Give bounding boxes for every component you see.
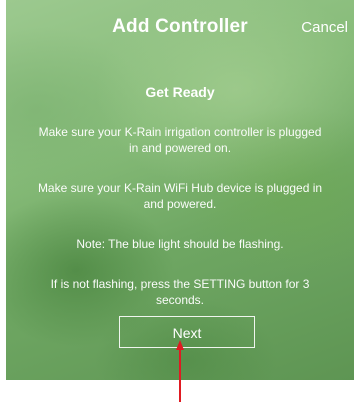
cancel-button[interactable]: Cancel <box>301 19 348 36</box>
instructions: Get Ready Make sure your K-Rain irrigati… <box>6 84 354 308</box>
section-title: Get Ready <box>145 84 215 100</box>
header-bar: Add Controller Cancel <box>6 0 354 56</box>
instruction-controller: Make sure your K-Rain irrigation control… <box>38 125 322 155</box>
instruction-hub: Make sure your K-Rain WiFi Hub device is… <box>37 181 323 211</box>
instruction-setting: If is not flashing, press the SETTING bu… <box>50 277 310 307</box>
app-screen: Add Controller Cancel Get Ready Make sur… <box>6 0 354 380</box>
up-arrow-icon <box>176 340 184 402</box>
next-button[interactable]: Next <box>119 316 255 348</box>
instruction-note: Note: The blue light should be flashing. <box>76 237 284 251</box>
